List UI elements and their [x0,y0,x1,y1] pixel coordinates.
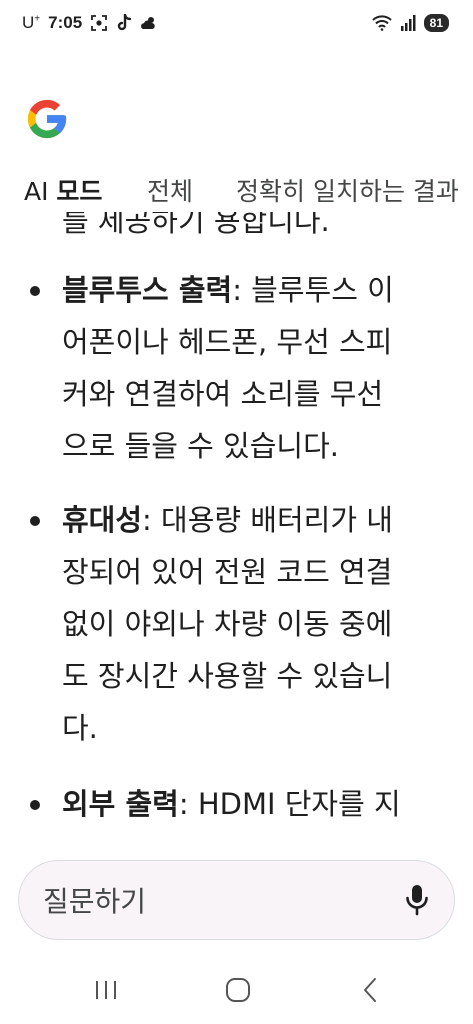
tab-exact-match[interactable]: 정확히 일치하는 결과 [236,172,459,208]
ai-response-content[interactable]: 를 제공하기 용합니다. 블루투스 출력: 블루투스 이 어폰이나 헤드폰, 무… [0,212,473,827]
tab-all[interactable]: 전체 [147,172,193,208]
tab-ai-mode[interactable]: AI 모드 [24,172,102,208]
carrier-label: U+ [22,13,41,32]
wifi-icon [371,15,392,31]
signal-icon [400,15,416,31]
home-icon [226,978,250,1002]
back-icon [364,978,376,1002]
ask-bar[interactable]: 질문하기 [18,860,455,940]
bullet-icon [30,516,40,526]
screenshot-icon [90,14,108,32]
clipped-text-line: 를 제공하기 용합니다. [62,212,330,238]
search-tabs: AI 모드 전체 정확히 일치하는 결과 [0,168,473,212]
list-item-text: 휴대성: 대용량 배터리가 내 장되어 있어 전원 코드 연결 없이 야외나 차… [62,503,393,745]
bullet-icon [30,800,40,810]
back-button[interactable] [350,972,390,1008]
recents-icon [96,981,116,999]
home-button[interactable] [218,972,258,1008]
status-bar-right: 81 [371,14,449,32]
tiktok-icon [116,14,132,32]
bullet-icon [30,286,40,296]
status-bar-left: U+ 7:05 [22,13,158,33]
weather-icon [140,15,158,31]
list-item-text: 블루투스 출력: 블루투스 이 어폰이나 헤드폰, 무선 스피 커와 연결하여 … [62,273,394,463]
navigation-bar [0,960,473,1020]
ask-input[interactable]: 질문하기 [43,880,404,920]
recents-button[interactable] [86,972,126,1008]
google-logo[interactable] [24,96,70,142]
battery-level: 81 [429,16,443,30]
mic-icon[interactable] [404,883,430,917]
status-time: 7:05 [48,13,83,32]
battery-indicator: 81 [423,14,449,32]
google-g-icon [27,99,67,139]
list-item-text: 외부 출력: HDMI 단자를 지 [62,787,401,821]
status-bar: U+ 7:05 81 [0,0,473,46]
